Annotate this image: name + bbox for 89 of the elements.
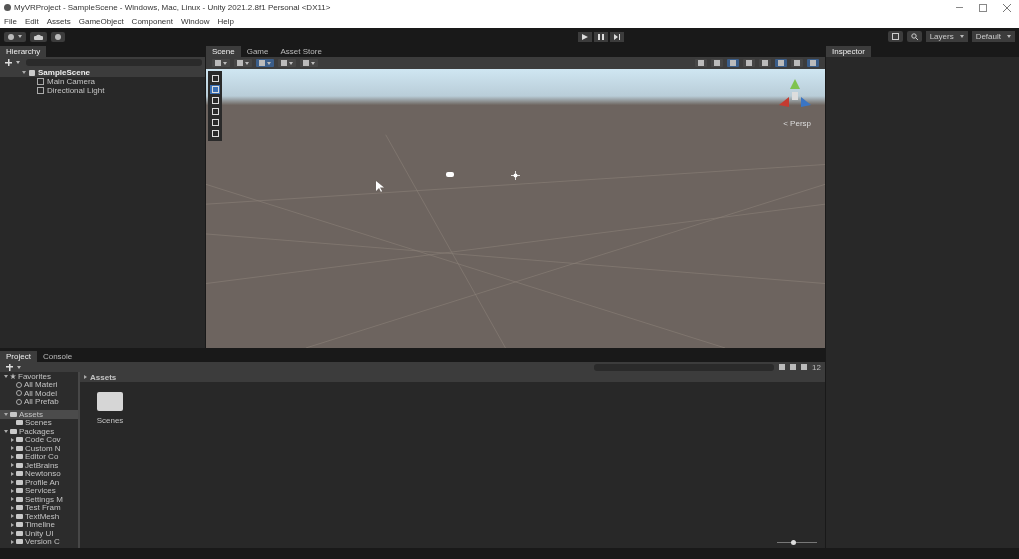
view-tab[interactable]: Game <box>240 46 275 57</box>
play-button[interactable] <box>578 31 593 42</box>
fx-button[interactable] <box>759 59 771 67</box>
search-button[interactable] <box>906 31 922 42</box>
package-folder-item[interactable]: Test Fram <box>25 503 61 513</box>
arrow-icon <box>84 375 87 379</box>
pause-icon <box>598 33 605 40</box>
step-button[interactable] <box>610 31 625 42</box>
package-folder-item[interactable]: TextMesh <box>25 511 60 521</box>
lighting-button[interactable] <box>727 59 739 67</box>
history-button[interactable] <box>887 31 903 42</box>
package-folder-item[interactable]: Unity UI <box>25 528 54 538</box>
hidden-packages-button[interactable]: 12 <box>812 362 821 372</box>
package-folder-item[interactable]: Services <box>25 486 56 496</box>
package-folder-item[interactable]: JetBrains <box>25 460 59 470</box>
layout-dropdown[interactable]: Default <box>971 31 1015 42</box>
hierarchy-tab[interactable]: Hierarchy <box>0 46 47 57</box>
snap-button[interactable] <box>278 59 296 67</box>
favorite-search-item[interactable]: All Materi <box>24 380 58 390</box>
gizmo-button[interactable] <box>695 59 707 67</box>
package-folder-item[interactable]: Editor Co <box>25 452 59 462</box>
folder-item[interactable]: Scenes <box>25 418 52 428</box>
packages-folder-item[interactable]: Packages <box>19 426 55 436</box>
panel-tab[interactable]: Project <box>0 351 37 362</box>
menu-item[interactable]: Help <box>217 17 234 26</box>
add-button[interactable] <box>3 58 22 67</box>
inspector-tab[interactable]: Inspector <box>826 46 871 57</box>
package-folder-item[interactable]: Newtonso <box>25 469 61 479</box>
package-folder-item[interactable]: Version C <box>25 537 60 547</box>
folder-name[interactable]: Scenes <box>96 416 124 425</box>
pause-button[interactable] <box>594 31 609 42</box>
grid-button[interactable] <box>256 59 274 67</box>
tool-button[interactable] <box>210 74 220 83</box>
draw-mode-button[interactable] <box>212 59 230 67</box>
square-icon <box>891 33 899 40</box>
view-tab[interactable]: Asset Store <box>274 46 328 57</box>
cloud-icon <box>34 33 43 40</box>
render-mode-button[interactable] <box>234 59 252 67</box>
hierarchy-item[interactable]: Directional Light <box>47 86 105 95</box>
package-folder-item[interactable]: Settings M <box>25 494 63 504</box>
package-folder-item[interactable]: Timeline <box>25 520 55 530</box>
menu-item[interactable]: File <box>4 17 17 26</box>
expand-arrow-icon[interactable] <box>22 71 26 74</box>
cloud-button[interactable] <box>30 31 47 42</box>
filter-icon[interactable] <box>779 364 786 370</box>
search-field[interactable] <box>594 363 775 371</box>
expand-arrow-icon[interactable] <box>4 412 8 416</box>
expand-arrow-icon[interactable] <box>4 374 8 378</box>
tool-button[interactable] <box>210 118 220 127</box>
layers-button[interactable] <box>791 59 803 67</box>
favorite-search-item[interactable]: All Prefab <box>24 397 59 407</box>
package-folder-item[interactable]: Code Cov <box>25 435 61 445</box>
tool-button[interactable] <box>210 96 220 105</box>
package-folder-item[interactable]: Custom N <box>25 443 61 453</box>
assets-folder-item[interactable]: Assets <box>19 409 43 419</box>
favorite-search-item[interactable]: All Model <box>24 388 57 398</box>
menu-item[interactable]: Component <box>131 17 173 26</box>
globe-button[interactable] <box>807 59 819 67</box>
menu-item[interactable]: Window <box>180 17 210 26</box>
tree-row[interactable]: Assets <box>0 410 78 419</box>
account-button[interactable] <box>4 31 26 42</box>
panel-tab[interactable]: Console <box>36 351 79 362</box>
close-icon <box>1003 3 1011 12</box>
2d-button[interactable] <box>711 59 723 67</box>
package-folder-item[interactable]: Profile An <box>25 477 60 487</box>
step-icon <box>614 33 621 40</box>
menu-item[interactable]: GameObject <box>78 17 124 26</box>
add-button[interactable] <box>4 362 23 372</box>
play-icon <box>582 33 589 40</box>
window-title: MyVRProject - SampleScene - Windows, Mac, Linux - Unity 2021.2.8f1 Personal <DX11> <box>14 3 331 12</box>
menu-item[interactable]: Assets <box>46 17 71 26</box>
search-icon <box>910 33 918 40</box>
label-icon[interactable] <box>790 364 797 370</box>
light-icon <box>511 171 520 180</box>
layers-dropdown[interactable]: Layers <box>925 31 968 42</box>
view-tab[interactable]: Scene <box>206 46 241 57</box>
menu-item[interactable]: Edit <box>24 17 39 26</box>
camera-icon <box>446 172 454 177</box>
mouse-cursor-icon <box>376 181 384 192</box>
collab-button[interactable] <box>51 31 65 42</box>
projection-label[interactable]: < Persp <box>783 119 811 128</box>
camera-button[interactable] <box>775 59 787 67</box>
effects-button[interactable] <box>300 59 318 67</box>
tool-button[interactable] <box>210 129 220 138</box>
tool-button[interactable] <box>210 107 220 116</box>
breadcrumb[interactable]: Assets <box>90 372 117 382</box>
favorites-item[interactable]: Favorites <box>18 372 51 381</box>
hierarchy-item[interactable]: Main Camera <box>47 77 95 86</box>
audio-button[interactable] <box>743 59 755 67</box>
